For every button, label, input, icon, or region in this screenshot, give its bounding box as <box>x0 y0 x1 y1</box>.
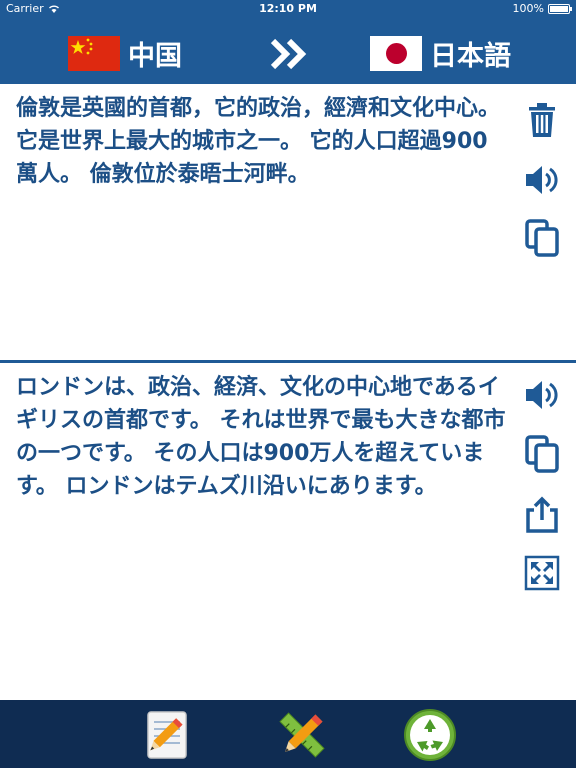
japan-flag-icon <box>370 36 422 71</box>
double-chevron-right-icon[interactable] <box>270 38 308 70</box>
target-language-selector[interactable]: 日本語 <box>370 34 511 73</box>
recycle-icon <box>404 709 456 761</box>
ruler-pencil-icon <box>279 712 325 758</box>
tools-button[interactable] <box>275 708 329 762</box>
status-bar: Carrier 12:10 PM 100% <box>0 0 576 18</box>
battery-percent: 100% <box>512 2 544 15</box>
fullscreen-button[interactable] <box>522 553 562 593</box>
copy-icon <box>525 435 559 473</box>
battery-icon <box>548 3 572 14</box>
notepad-pencil-icon <box>147 711 187 759</box>
speaker-icon <box>526 166 558 194</box>
status-time: 12:10 PM <box>259 2 317 15</box>
source-language-name: 中国 <box>128 41 182 72</box>
battery-indicator: 100% <box>512 2 572 15</box>
share-button[interactable] <box>522 495 562 535</box>
copy-translation-button[interactable] <box>522 434 562 474</box>
target-text-pane[interactable]: ロンドンは、政治、経済、文化の中心地であるイギリスの首都です。 それは世界で最も… <box>0 363 576 700</box>
source-text-pane[interactable]: 倫敦是英國的首都，它的政治，經濟和文化中心。 它是世界上最大的城市之一。 它的人… <box>0 84 576 360</box>
translated-text[interactable]: ロンドンは、政治、経済、文化の中心地であるイギリスの首都です。 それは世界で最も… <box>16 371 506 503</box>
copy-icon <box>525 219 559 257</box>
speak-source-button[interactable] <box>522 160 562 200</box>
source-text[interactable]: 倫敦是英國的首都，它的政治，經濟和文化中心。 它是世界上最大的城市之一。 它的人… <box>16 92 506 191</box>
expand-icon <box>524 555 560 591</box>
language-bar: 中国 日本語 <box>0 18 576 84</box>
speaker-icon <box>526 381 558 409</box>
share-icon <box>526 496 558 533</box>
copy-source-button[interactable] <box>522 218 562 258</box>
notes-button[interactable] <box>140 708 194 762</box>
china-flag-icon <box>68 36 120 71</box>
target-language-name: 日本語 <box>430 41 511 72</box>
bottom-toolbar <box>0 700 576 768</box>
trash-icon <box>529 103 555 137</box>
recycle-button[interactable] <box>403 708 457 762</box>
speak-translation-button[interactable] <box>522 375 562 415</box>
source-language-selector[interactable]: 中国 <box>68 34 182 73</box>
delete-button[interactable] <box>522 100 562 140</box>
